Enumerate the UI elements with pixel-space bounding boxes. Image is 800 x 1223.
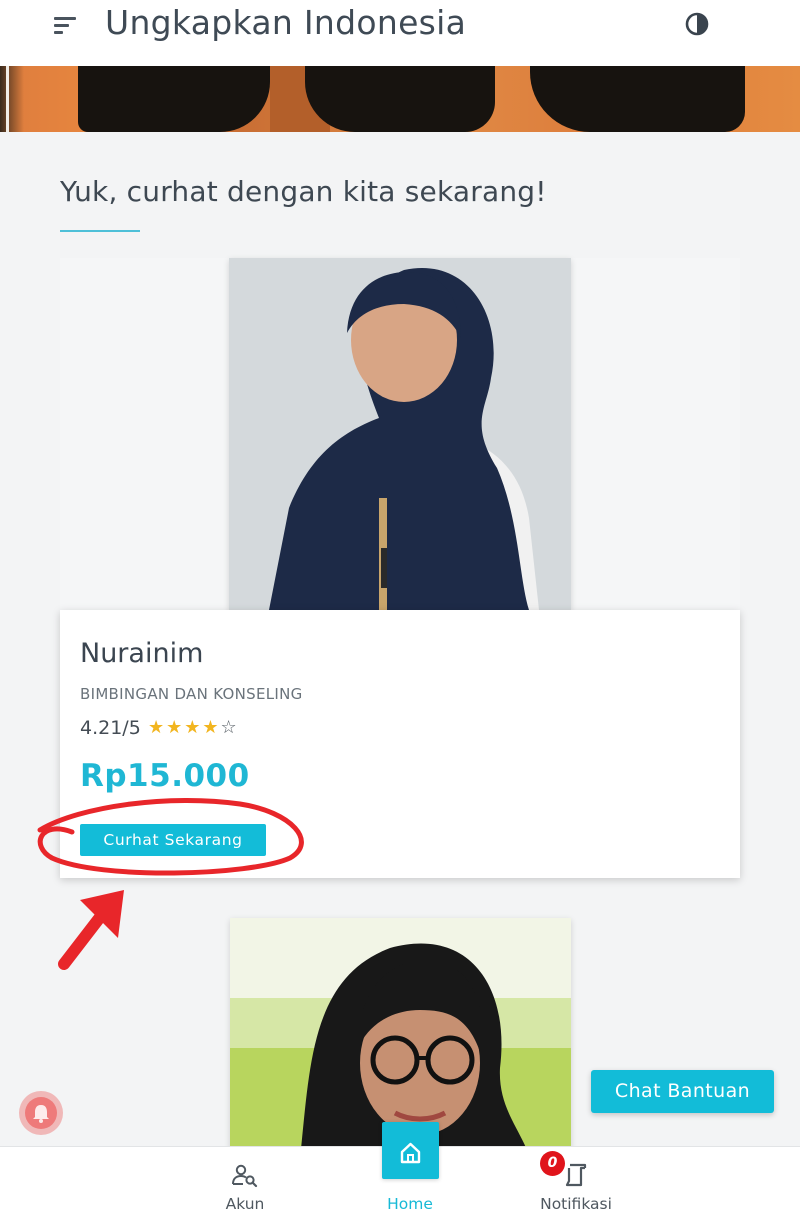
- section-title: Yuk, curhat dengan kita sekarang!: [60, 175, 547, 208]
- counselor-department: BIMBINGAN DAN KONSELING: [80, 685, 303, 703]
- nav-home-label: Home: [387, 1195, 433, 1213]
- counselor-info-card: Nurainim BIMBINGAN DAN KONSELING 4.21/5 …: [60, 610, 740, 878]
- user-search-icon: [232, 1164, 258, 1188]
- counselor-price: Rp15.000: [80, 758, 250, 794]
- nav-notifikasi-label: Notifikasi: [540, 1195, 612, 1213]
- app-title: Ungkapkan Indonesia: [105, 3, 467, 42]
- curhat-sekarang-button[interactable]: Curhat Sekarang: [80, 824, 266, 856]
- empty-star: ☆: [220, 717, 239, 738]
- section-title-underline: [60, 230, 140, 232]
- bell-icon[interactable]: [19, 1091, 63, 1135]
- counselor-photo[interactable]: [229, 258, 571, 610]
- hero-banner: [0, 66, 800, 132]
- counselor-name: Nurainim: [80, 638, 204, 669]
- app-bar: Ungkapkan Indonesia: [0, 0, 800, 66]
- counselor-rating: 4.21/5: [80, 717, 141, 739]
- chat-bantuan-button[interactable]: Chat Bantuan: [591, 1070, 774, 1113]
- notification-badge: 0: [540, 1151, 565, 1176]
- nav-akun-label: Akun: [225, 1195, 265, 1213]
- notification-icon: [565, 1163, 587, 1187]
- nav-akun[interactable]: Akun: [205, 1147, 285, 1223]
- menu-icon[interactable]: [52, 13, 78, 37]
- contrast-icon[interactable]: [683, 10, 711, 38]
- filled-stars: ★★★★: [148, 717, 221, 738]
- home-icon[interactable]: [382, 1122, 439, 1179]
- bell-icon-inner: [25, 1097, 57, 1129]
- rating-stars: ★★★★☆: [148, 716, 239, 740]
